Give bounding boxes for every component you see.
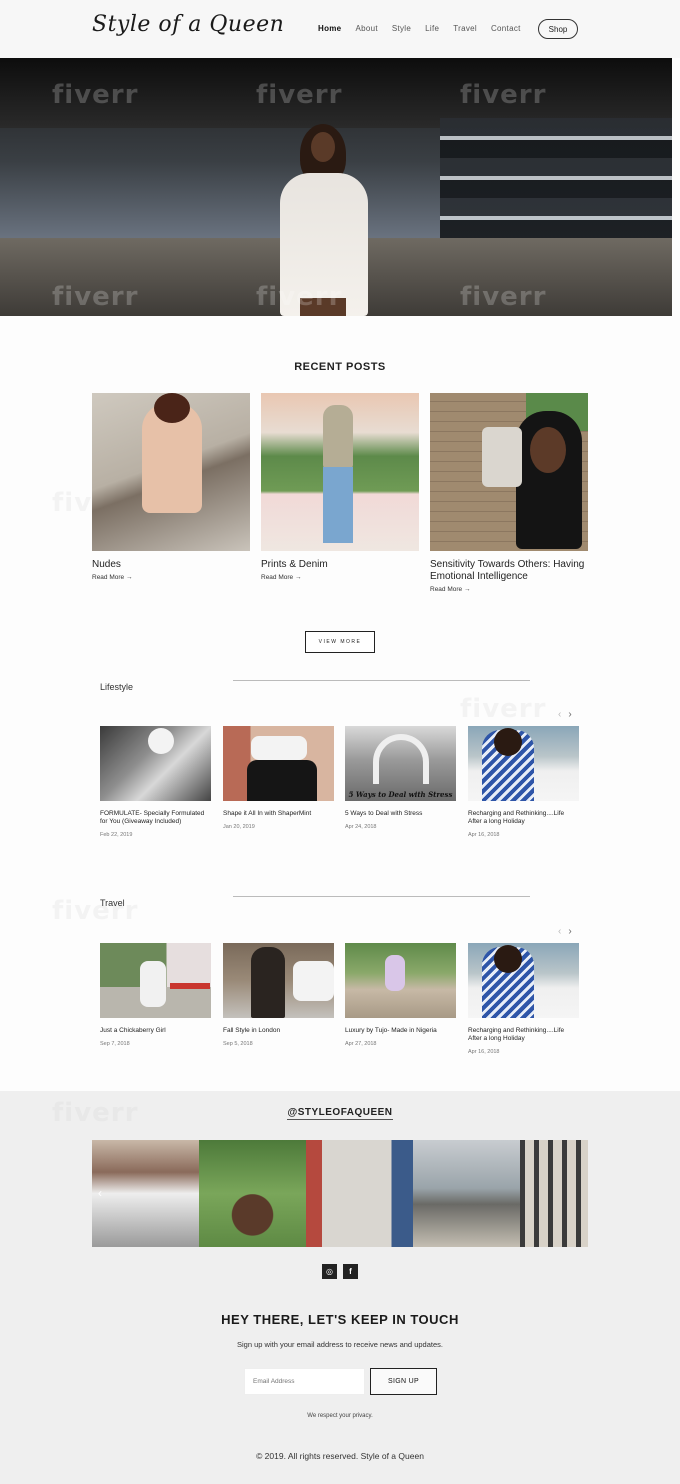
carousel-card[interactable]: Recharging and Rethinking....Life After … bbox=[468, 943, 579, 1055]
nav-style[interactable]: Style bbox=[392, 24, 411, 33]
post-title[interactable]: Prints & Denim bbox=[261, 559, 419, 571]
card-title[interactable]: Just a Chickaberry Girl bbox=[100, 1027, 211, 1035]
card-image[interactable]: 5 Ways to Deal with Stress bbox=[345, 726, 456, 801]
site-header: Style of a Queen Home About Style Life T… bbox=[0, 0, 680, 58]
section-divider bbox=[233, 896, 530, 897]
card-title[interactable]: Recharging and Rethinking....Life After … bbox=[468, 1027, 579, 1043]
lifestyle-label[interactable]: Lifestyle bbox=[100, 682, 133, 692]
post-title[interactable]: Nudes bbox=[92, 559, 250, 571]
card-image[interactable] bbox=[468, 726, 579, 801]
carousel-card[interactable]: Fall Style in London Sep 5, 2018 bbox=[223, 943, 334, 1047]
card-date: Feb 22, 2019 bbox=[100, 832, 133, 838]
travel-label[interactable]: Travel bbox=[100, 898, 125, 908]
post-image[interactable] bbox=[92, 393, 250, 551]
card-date: Apr 24, 2018 bbox=[345, 824, 377, 830]
privacy-note: We respect your privacy. bbox=[307, 1413, 373, 1419]
main-nav: Home About Style Life Travel Contact bbox=[318, 24, 535, 33]
card-date: Apr 16, 2018 bbox=[468, 1049, 500, 1055]
chevron-left-icon[interactable]: ‹ bbox=[558, 709, 561, 720]
nav-life[interactable]: Life bbox=[425, 24, 439, 33]
nav-contact[interactable]: Contact bbox=[491, 24, 521, 33]
instagram-handle-text[interactable]: @STYLEOFAQUEEN bbox=[287, 1107, 393, 1120]
copyright-text: © 2019. All rights reserved. Style of a … bbox=[256, 1451, 424, 1461]
view-more-button[interactable]: VIEW MORE bbox=[305, 631, 375, 653]
signup-button[interactable]: SIGN UP bbox=[370, 1368, 437, 1395]
card-title[interactable]: Recharging and Rethinking....Life After … bbox=[468, 810, 579, 826]
carousel-card[interactable]: Shape it All In with ShaperMint Jan 20, … bbox=[223, 726, 334, 830]
chevron-right-icon[interactable]: › bbox=[568, 709, 571, 720]
card-date: Apr 27, 2018 bbox=[345, 1041, 377, 1047]
email-field[interactable] bbox=[244, 1368, 365, 1395]
facebook-icon[interactable]: f bbox=[343, 1264, 358, 1279]
carousel-card[interactable]: Luxury by Tujo- Made in Nigeria Apr 27, … bbox=[345, 943, 456, 1047]
instagram-photo[interactable] bbox=[306, 1140, 413, 1247]
read-more-link[interactable]: Read More → bbox=[92, 574, 250, 581]
read-more-link[interactable]: Read More → bbox=[261, 574, 419, 581]
card-date: Apr 16, 2018 bbox=[468, 832, 500, 838]
chevron-left-icon[interactable]: ‹ bbox=[98, 1186, 102, 1200]
shop-button[interactable]: Shop bbox=[538, 19, 578, 39]
watermark: fiverr bbox=[460, 80, 547, 110]
card-image[interactable] bbox=[345, 943, 456, 1018]
travel-carousel-arrows: ‹ › bbox=[558, 926, 572, 937]
card-image[interactable] bbox=[468, 943, 579, 1018]
instagram-photo[interactable] bbox=[92, 1140, 199, 1247]
nav-about[interactable]: About bbox=[355, 24, 377, 33]
instagram-photo[interactable] bbox=[199, 1140, 306, 1247]
instagram-handle[interactable]: @STYLEOFAQUEEN bbox=[0, 1107, 680, 1120]
nav-home[interactable]: Home bbox=[318, 24, 341, 33]
carousel-card[interactable]: FORMULATE- Specially Formulated for You … bbox=[100, 726, 211, 838]
card-date: Sep 7, 2018 bbox=[100, 1041, 130, 1047]
card-title[interactable]: 5 Ways to Deal with Stress bbox=[345, 810, 456, 818]
watermark: fiverr bbox=[460, 282, 547, 312]
carousel-card[interactable]: Recharging and Rethinking....Life After … bbox=[468, 726, 579, 838]
card-image[interactable] bbox=[100, 943, 211, 1018]
post-card[interactable]: Sensitivity Towards Others: Having Emoti… bbox=[430, 393, 588, 593]
newsletter-subtitle: Sign up with your email address to recei… bbox=[237, 1340, 443, 1349]
post-image[interactable] bbox=[430, 393, 588, 551]
watermark: fiverr bbox=[460, 694, 547, 724]
card-image[interactable] bbox=[223, 943, 334, 1018]
card-title[interactable]: Fall Style in London bbox=[223, 1027, 334, 1035]
card-title[interactable]: Luxury by Tujo- Made in Nigeria bbox=[345, 1027, 456, 1035]
watermark: fiverr bbox=[52, 80, 139, 110]
card-image[interactable] bbox=[100, 726, 211, 801]
section-divider bbox=[233, 680, 530, 681]
post-card[interactable]: Nudes Read More → bbox=[92, 393, 250, 581]
card-date: Jan 20, 2019 bbox=[223, 824, 255, 830]
post-title[interactable]: Sensitivity Towards Others: Having Emoti… bbox=[430, 559, 588, 583]
read-more-link[interactable]: Read More → bbox=[430, 586, 588, 593]
lifestyle-carousel-arrows: ‹ › bbox=[558, 709, 572, 720]
instagram-icon[interactable]: ◎ bbox=[322, 1264, 337, 1279]
site-logo[interactable]: Style of a Queen bbox=[92, 12, 284, 37]
chevron-left-icon[interactable]: ‹ bbox=[558, 926, 561, 937]
card-title[interactable]: FORMULATE- Specially Formulated for You … bbox=[100, 810, 211, 826]
instagram-photo[interactable] bbox=[520, 1140, 588, 1247]
watermark: fiverr bbox=[52, 896, 139, 926]
card-date: Sep 5, 2018 bbox=[223, 1041, 253, 1047]
nav-travel[interactable]: Travel bbox=[453, 24, 477, 33]
card-image-caption: 5 Ways to Deal with Stress bbox=[348, 790, 453, 799]
carousel-card[interactable]: Just a Chickaberry Girl Sep 7, 2018 bbox=[100, 943, 211, 1047]
chevron-right-icon[interactable]: › bbox=[568, 926, 571, 937]
recent-posts-title: RECENT POSTS bbox=[294, 361, 386, 373]
watermark: fiverr bbox=[256, 282, 343, 312]
hero-face bbox=[311, 132, 335, 162]
carousel-card[interactable]: 5 Ways to Deal with Stress 5 Ways to Dea… bbox=[345, 726, 456, 830]
watermark: fiverr bbox=[256, 80, 343, 110]
watermark: fiverr bbox=[52, 282, 139, 312]
card-title[interactable]: Shape it All In with ShaperMint bbox=[223, 810, 334, 818]
post-card[interactable]: Prints & Denim Read More → bbox=[261, 393, 419, 581]
instagram-photo[interactable] bbox=[413, 1140, 520, 1247]
card-image[interactable] bbox=[223, 726, 334, 801]
instagram-feed bbox=[92, 1140, 588, 1247]
post-image[interactable] bbox=[261, 393, 419, 551]
hero-image: fiverr fiverr fiverr fiverr fiverr fiver… bbox=[0, 58, 672, 316]
newsletter-title: HEY THERE, LET'S KEEP IN TOUCH bbox=[221, 1312, 459, 1327]
